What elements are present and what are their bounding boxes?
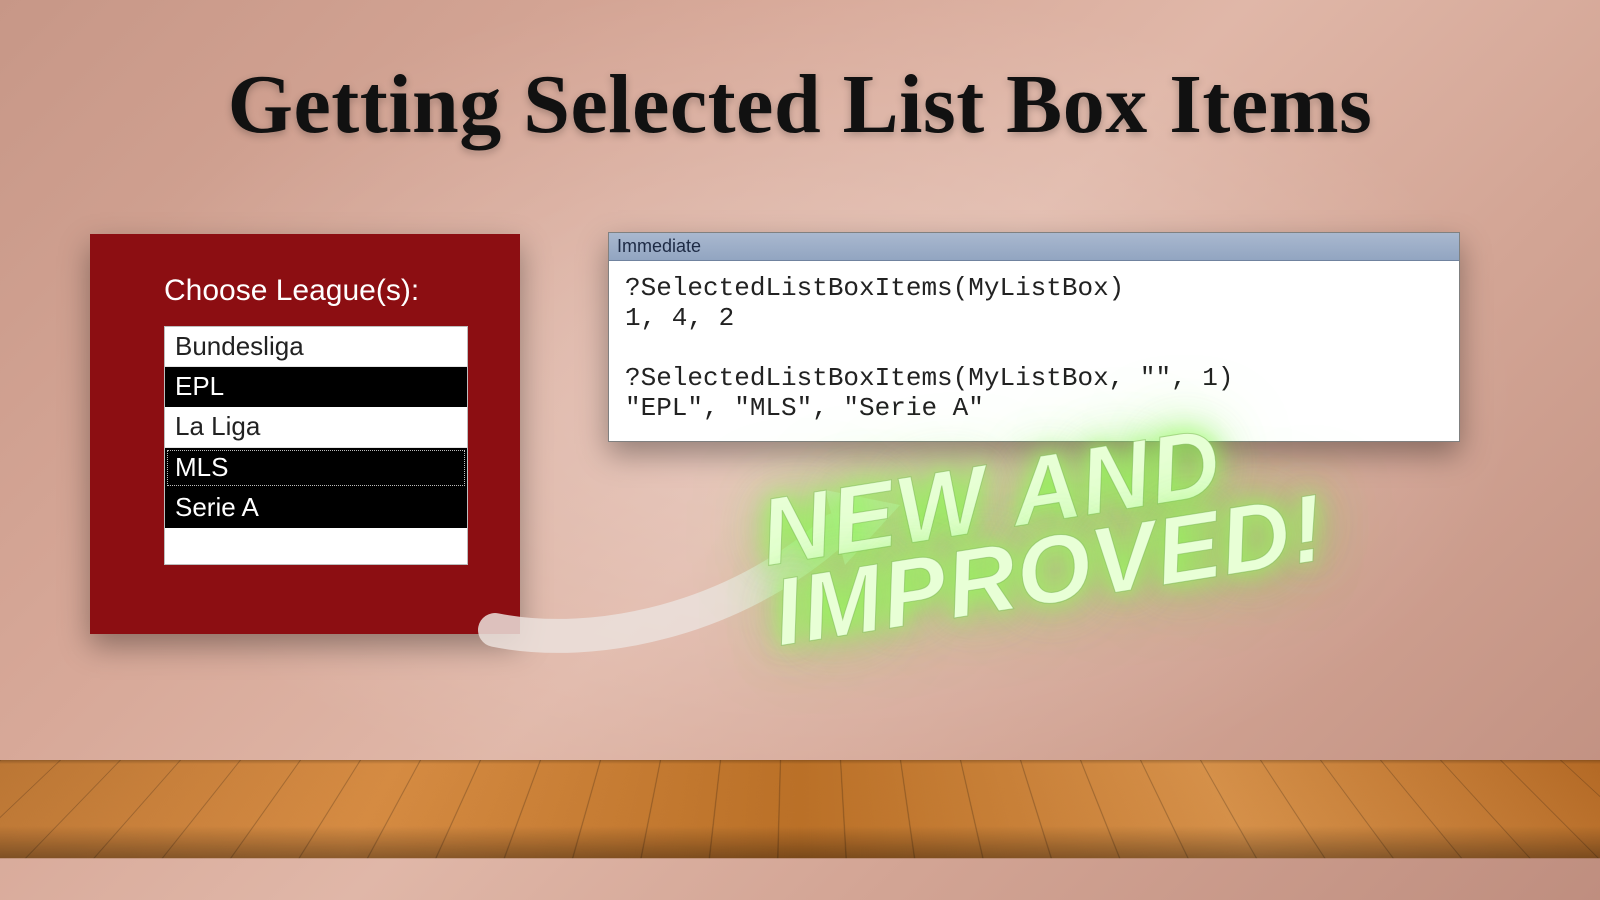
list-item[interactable]: La Liga xyxy=(165,407,467,447)
immediate-line: 1, 4, 2 xyxy=(625,303,734,333)
list-item[interactable]: MLS xyxy=(165,448,467,488)
list-item[interactable]: EPL xyxy=(165,367,467,407)
immediate-titlebar: Immediate xyxy=(609,233,1459,261)
slide-title: Getting Selected List Box Items xyxy=(0,56,1600,153)
list-item[interactable]: Bundesliga xyxy=(165,327,467,367)
slide-stage: Getting Selected List Box Items Choose L… xyxy=(0,0,1600,900)
immediate-window: Immediate ?SelectedListBoxItems(MyListBo… xyxy=(608,232,1460,442)
stage-floor xyxy=(0,760,1600,900)
league-listbox[interactable]: Bundesliga EPL La Liga MLS Serie A xyxy=(164,326,468,565)
list-item[interactable]: Serie A xyxy=(165,488,467,528)
immediate-line: ?SelectedListBoxItems(MyListBox, "", 1) xyxy=(625,363,1234,393)
listbox-label: Choose League(s): xyxy=(164,274,419,308)
list-item-blank xyxy=(165,528,467,564)
immediate-line: ?SelectedListBoxItems(MyListBox) xyxy=(625,273,1124,303)
immediate-line: "EPL", "MLS", "Serie A" xyxy=(625,393,984,423)
immediate-body: ?SelectedListBoxItems(MyListBox) 1, 4, 2… xyxy=(609,261,1459,441)
new-and-improved-badge: NEW AND IMPROVED! xyxy=(756,407,1331,654)
listbox-panel: Choose League(s): Bundesliga EPL La Liga… xyxy=(90,234,520,634)
